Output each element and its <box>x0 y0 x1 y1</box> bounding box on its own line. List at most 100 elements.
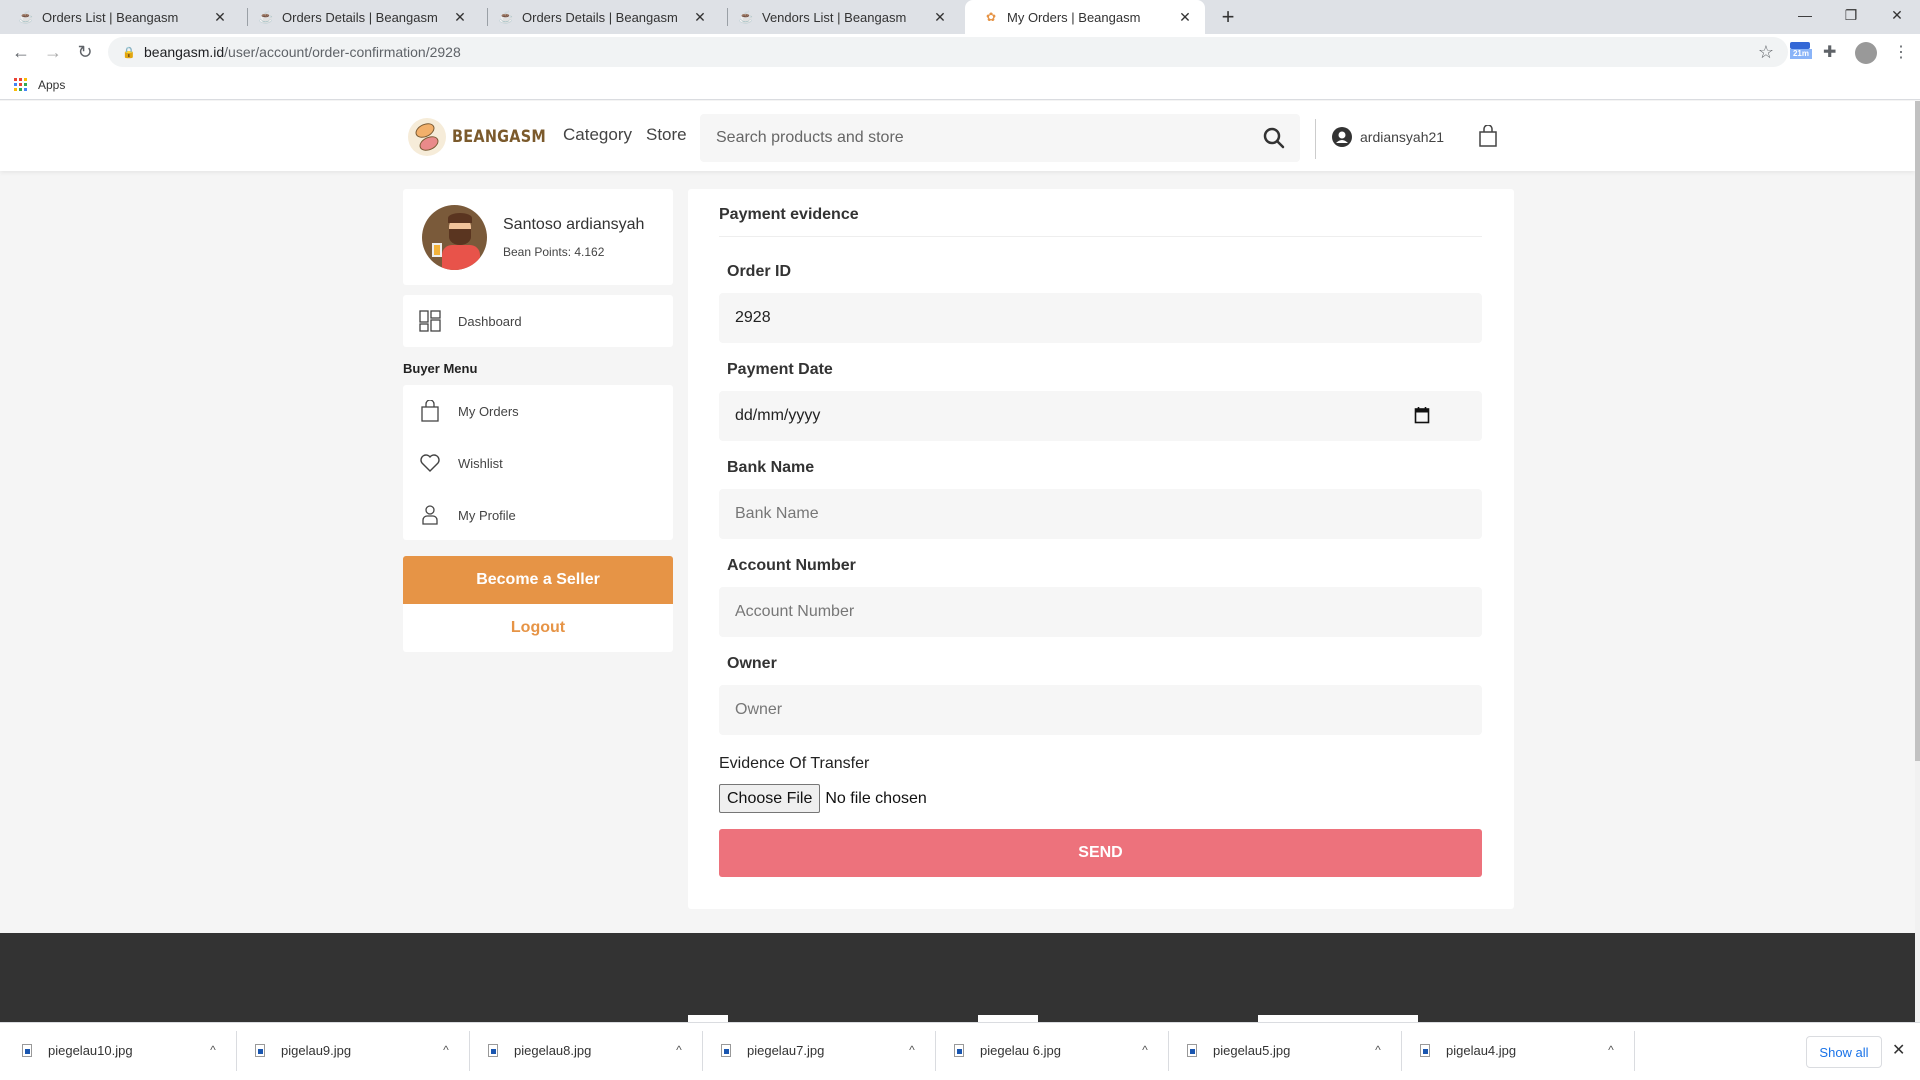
minimize-icon[interactable]: — <box>1782 0 1828 30</box>
download-item[interactable]: pigelau9.jpg ^ <box>233 1023 466 1077</box>
nav-store[interactable]: Store <box>646 125 687 145</box>
site-favicon-icon: ☕ <box>498 10 514 24</box>
image-file-icon <box>488 1043 498 1057</box>
chevron-up-icon[interactable]: ^ <box>426 1043 466 1057</box>
order-id-label: Order ID <box>727 263 792 280</box>
browser-tab-bar: ☕ Orders List | Beangasm ✕ ☕ Orders Deta… <box>0 0 1920 34</box>
coffee-bean-logo-icon <box>408 118 446 156</box>
image-file-icon <box>1187 1043 1197 1057</box>
become-seller-button[interactable]: Become a Seller <box>403 556 673 604</box>
calendar-icon[interactable] <box>1414 406 1430 424</box>
bank-name-label: Bank Name <box>727 459 815 476</box>
username: ardiansyah21 <box>1360 129 1445 145</box>
tab-close-icon[interactable]: ✕ <box>1177 9 1193 26</box>
browser-tab[interactable]: ☕ Vendors List | Beangasm ✕ <box>720 0 960 34</box>
account-number-field[interactable] <box>719 587 1482 637</box>
bookmarks-bar: Apps <box>0 70 1920 100</box>
browser-tab[interactable]: ☕ Orders Details | Beangasm ✕ <box>480 0 720 34</box>
search-icon[interactable] <box>1262 126 1286 150</box>
site-favicon-icon: ☕ <box>18 10 34 24</box>
download-item[interactable]: pigelau4.jpg ^ <box>1398 1023 1631 1077</box>
sidebar-item-label: Wishlist <box>458 455 503 471</box>
profile-avatar-icon[interactable] <box>1855 42 1877 64</box>
tab-title: My Orders | Beangasm <box>1007 9 1141 25</box>
owner-field[interactable] <box>719 685 1482 735</box>
browser-tab[interactable]: ☕ Orders List | Beangasm ✕ <box>0 0 240 34</box>
chevron-up-icon[interactable]: ^ <box>659 1043 699 1057</box>
chevron-up-icon[interactable]: ^ <box>1591 1043 1631 1057</box>
sidebar-item-my-orders[interactable]: My Orders <box>403 385 673 437</box>
file-status: No file chosen <box>825 789 927 807</box>
user-circle-icon <box>1332 127 1352 147</box>
download-filename: piegelau10.jpg <box>48 1042 133 1058</box>
restore-icon[interactable]: ❐ <box>1828 0 1874 30</box>
tab-title: Vendors List | Beangasm <box>762 9 907 25</box>
sidebar-item-dashboard[interactable]: Dashboard <box>403 295 673 347</box>
user-account-link[interactable]: ardiansyah21 <box>1332 127 1444 147</box>
back-icon[interactable]: ← <box>9 40 33 64</box>
sidebar-item-label: Dashboard <box>458 313 522 329</box>
chevron-up-icon[interactable]: ^ <box>1125 1043 1165 1057</box>
sidebar-item-label: My Profile <box>458 507 516 523</box>
download-item[interactable]: piegelau10.jpg ^ <box>0 1023 233 1077</box>
tab-close-icon[interactable]: ✕ <box>212 9 228 26</box>
download-divider <box>1634 1031 1635 1071</box>
heart-icon <box>420 454 440 472</box>
payment-date-label: Payment Date <box>727 361 833 378</box>
download-filename: piegelau7.jpg <box>747 1042 825 1058</box>
browser-tab[interactable]: ☕ Orders Details | Beangasm ✕ <box>240 0 480 34</box>
site-favicon-icon: ✿ <box>985 10 997 24</box>
chevron-up-icon[interactable]: ^ <box>1358 1043 1398 1057</box>
browser-tab-active[interactable]: ✿ My Orders | Beangasm ✕ <box>965 0 1205 34</box>
url-host: beangasm.id <box>144 44 225 60</box>
sidebar-item-my-profile[interactable]: My Profile <box>403 489 673 541</box>
profile-name: Santoso ardiansyah <box>503 216 645 233</box>
forward-icon[interactable]: → <box>41 40 65 64</box>
title-divider <box>719 236 1482 237</box>
search-input[interactable]: Search products and store <box>700 114 1300 162</box>
download-item[interactable]: piegelau8.jpg ^ <box>466 1023 699 1077</box>
extension-timer-icon[interactable]: 21m <box>1790 42 1812 64</box>
owner-label: Owner <box>727 655 777 672</box>
download-filename: pigelau9.jpg <box>281 1042 352 1058</box>
chevron-up-icon[interactable]: ^ <box>892 1043 932 1057</box>
close-shelf-icon[interactable]: ✕ <box>1892 1040 1905 1060</box>
shopping-bag-icon <box>421 400 439 422</box>
site-logo[interactable]: BEANGASM <box>408 118 563 156</box>
choose-file-button[interactable]: Choose File <box>719 784 821 813</box>
brand-name: BEANGASM <box>452 127 547 147</box>
order-id-field[interactable] <box>719 293 1482 343</box>
image-file-icon <box>22 1043 32 1057</box>
extensions-puzzle-icon[interactable]: ✚ <box>1823 42 1845 64</box>
avatar <box>422 205 487 270</box>
bookmark-star-icon[interactable]: ☆ <box>1758 42 1774 63</box>
shopping-bag-icon[interactable] <box>1478 125 1498 147</box>
download-item[interactable]: piegelau5.jpg ^ <box>1165 1023 1398 1077</box>
tab-close-icon[interactable]: ✕ <box>692 9 708 26</box>
account-number-label: Account Number <box>727 557 856 574</box>
address-bar[interactable]: 🔒 beangasm.id /user/account/order-confir… <box>108 37 1788 67</box>
bank-name-field[interactable] <box>719 489 1482 539</box>
apps-bookmark[interactable]: Apps <box>38 78 65 92</box>
download-item[interactable]: piegelau7.jpg ^ <box>699 1023 932 1077</box>
site-header: BEANGASM Category Store Search products … <box>0 101 1915 171</box>
logout-button[interactable]: Logout <box>403 604 673 652</box>
page-scrollbar-thumb[interactable] <box>1915 101 1920 761</box>
extension-badge: 21m <box>1790 49 1812 59</box>
new-tab-button[interactable]: + <box>1215 4 1241 30</box>
show-all-downloads-button[interactable]: Show all <box>1806 1036 1882 1068</box>
download-filename: piegelau 6.jpg <box>980 1042 1061 1058</box>
sidebar-item-wishlist[interactable]: Wishlist <box>403 437 673 489</box>
send-button[interactable]: SEND <box>719 829 1482 877</box>
browser-menu-icon[interactable]: ⋮ <box>1890 42 1912 64</box>
reload-icon[interactable]: ↻ <box>73 40 97 64</box>
download-item[interactable]: piegelau 6.jpg ^ <box>932 1023 1165 1077</box>
tab-close-icon[interactable]: ✕ <box>452 9 468 26</box>
window-close-icon[interactable]: ✕ <box>1874 0 1920 30</box>
site-footer <box>0 933 1915 1023</box>
chevron-up-icon[interactable]: ^ <box>193 1043 233 1057</box>
tab-close-icon[interactable]: ✕ <box>932 9 948 26</box>
nav-category[interactable]: Category <box>563 125 632 145</box>
dashboard-card: Dashboard <box>403 295 673 347</box>
payment-date-field[interactable]: dd/mm/yyyy <box>719 391 1482 441</box>
